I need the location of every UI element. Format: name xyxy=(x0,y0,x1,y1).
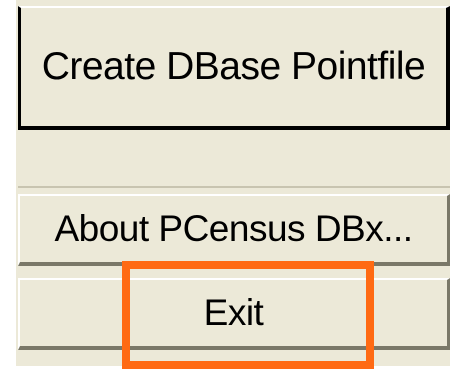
exit-button[interactable]: Exit xyxy=(18,278,450,350)
create-dbase-pointfile-button[interactable]: Create DBase Pointfile xyxy=(18,6,450,130)
screenshot-stage: Create DBase Pointfile About PCensus DBx… xyxy=(0,0,450,372)
menu-separator xyxy=(18,134,450,188)
about-pcensus-button[interactable]: About PCensus DBx... xyxy=(18,194,450,266)
